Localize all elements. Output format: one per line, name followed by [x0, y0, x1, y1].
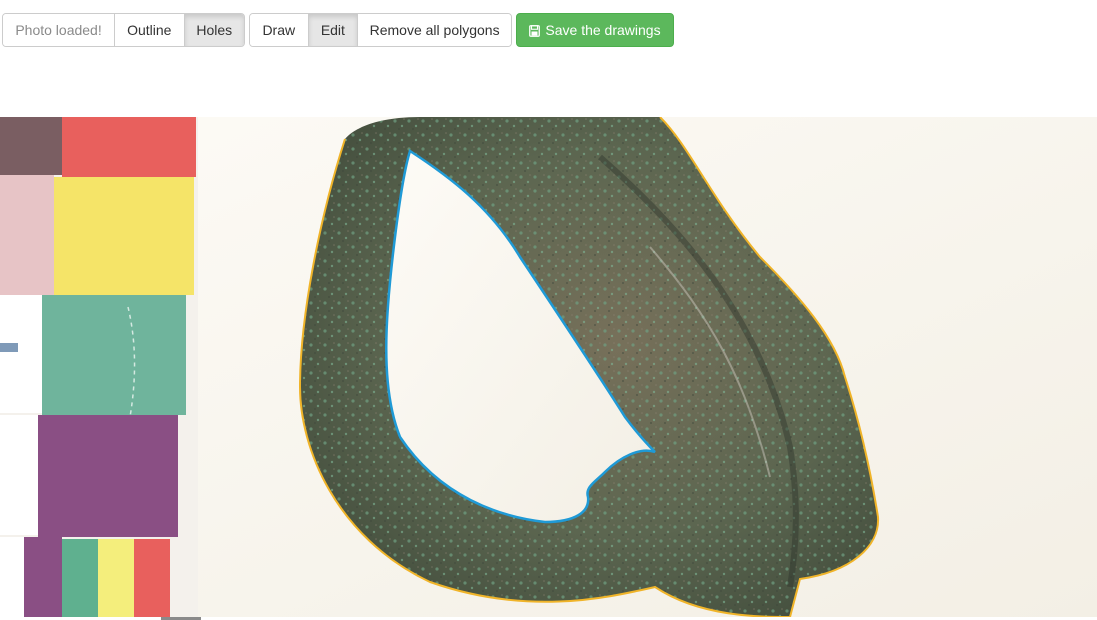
photo-canvas[interactable] [0, 117, 1097, 617]
color-calibration-card [0, 117, 198, 617]
edit-button[interactable]: Edit [307, 14, 358, 46]
edit-button-group: Draw Edit Remove all polygons [249, 13, 512, 47]
mode-button-group: Photo loaded! Outline Holes [2, 13, 245, 47]
save-drawings-label: Save the drawings [545, 22, 661, 38]
holes-mode-button[interactable]: Holes [183, 14, 244, 46]
remove-all-polygons-button[interactable]: Remove all polygons [357, 14, 511, 46]
save-drawings-button[interactable]: Save the drawings [516, 13, 674, 47]
outline-mode-button[interactable]: Outline [114, 14, 184, 46]
draw-button[interactable]: Draw [250, 14, 308, 46]
floppy-disk-icon [529, 24, 541, 37]
photo-loaded-button: Photo loaded! [3, 14, 115, 46]
